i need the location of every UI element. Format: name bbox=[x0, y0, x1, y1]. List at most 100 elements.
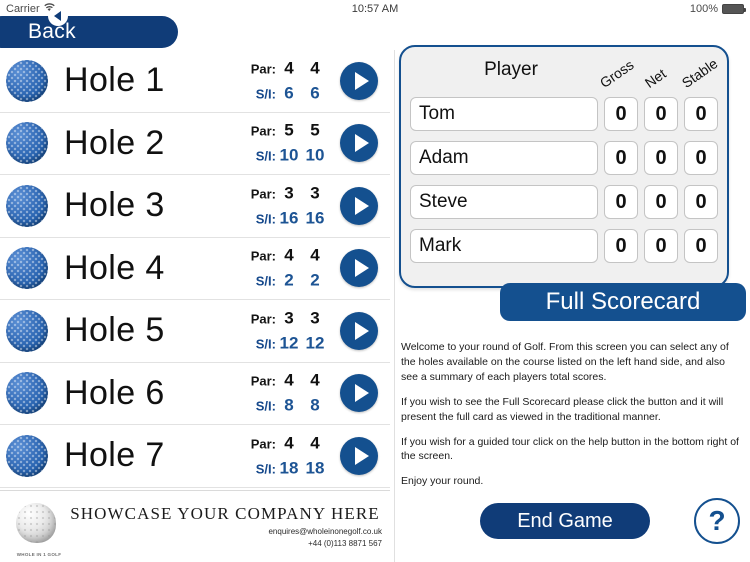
player-name-field[interactable]: Steve bbox=[410, 185, 598, 219]
par-value-1: 5 bbox=[284, 120, 294, 140]
stroke-index-value-2: 16 bbox=[305, 208, 325, 228]
stroke-index-value-2: 18 bbox=[305, 458, 325, 478]
par-line: Par: 3 3 bbox=[210, 183, 328, 203]
hole-name: Hole 1 bbox=[64, 61, 165, 100]
stroke-index-value-2: 12 bbox=[305, 333, 325, 353]
hole-row[interactable]: Hole 4 Par: 4 4 S/I: 2 2 bbox=[0, 238, 390, 300]
player-name-field[interactable]: Mark bbox=[410, 229, 598, 263]
stroke-index-value-2: 2 bbox=[310, 270, 320, 290]
full-scorecard-button[interactable]: Full Scorecard bbox=[500, 283, 746, 321]
par-key: Par: bbox=[250, 123, 276, 139]
golf-ball-icon bbox=[6, 372, 48, 415]
hole-row[interactable]: Hole 7 Par: 4 4 S/I: 18 18 bbox=[0, 425, 390, 488]
scorecard-row: Tom 0 0 0 bbox=[401, 95, 727, 133]
hole-row[interactable]: Hole 5 Par: 3 3 S/I: 12 12 bbox=[0, 300, 390, 363]
player-name-field[interactable]: Tom bbox=[410, 97, 598, 131]
par-value-2: 4 bbox=[310, 433, 320, 453]
stable-score-box: 0 bbox=[684, 97, 718, 131]
play-arrow-icon[interactable] bbox=[340, 124, 378, 163]
help-button[interactable]: ? bbox=[694, 498, 740, 544]
par-key: Par: bbox=[250, 373, 276, 389]
hole-name: Hole 5 bbox=[64, 311, 165, 350]
par-value-1: 4 bbox=[284, 433, 294, 453]
stable-score-box: 0 bbox=[684, 141, 718, 175]
status-bar-right: 100% bbox=[689, 3, 746, 15]
right-column: Player Gross Net Stable Tom 0 0 0 Adam 0 0 0 Ste… bbox=[395, 0, 750, 562]
hole-stats: Par: 3 3 S/I: 16 16 bbox=[210, 183, 328, 228]
hole-row[interactable]: Hole 1 Par: 4 4 S/I: 6 6 bbox=[0, 50, 390, 113]
play-arrow-icon[interactable] bbox=[340, 61, 378, 100]
scorecard-summary-panel: Player Gross Net Stable Tom 0 0 0 Adam 0 0 0 Ste… bbox=[399, 45, 729, 288]
play-arrow-icon[interactable] bbox=[340, 374, 378, 413]
advert-body: SHOWCASE YOUR COMPANY HERE enquires@whol… bbox=[68, 504, 390, 549]
player-column-header: Player bbox=[484, 59, 538, 80]
advert-contact: enquires@wholeinonegolf.co.uk +44 (0)113… bbox=[68, 526, 382, 549]
golf-ball-logo-icon: WHOLE IN 1 GOLF bbox=[4, 495, 68, 559]
stroke-index-key: S/I: bbox=[255, 461, 276, 477]
par-line: Par: 5 5 bbox=[210, 121, 328, 141]
full-scorecard-label: Full Scorecard bbox=[545, 288, 701, 315]
stroke-index-value-1: 12 bbox=[279, 333, 299, 353]
par-line: Par: 4 4 bbox=[210, 58, 328, 78]
stroke-index-key: S/I: bbox=[255, 148, 276, 164]
play-arrow-icon[interactable] bbox=[340, 249, 378, 288]
stable-column-header: Stable bbox=[678, 55, 721, 91]
stroke-index-value-1: 10 bbox=[279, 145, 299, 165]
instructions-paragraph-4: Enjoy your round. bbox=[401, 475, 484, 488]
back-arrow-icon[interactable] bbox=[48, 6, 68, 26]
end-game-button[interactable]: End Game bbox=[480, 503, 650, 539]
app-screen: Carrier 10:57 AM 100% Back Hole 1 Par: 4 4 S… bbox=[0, 0, 750, 562]
par-value-1: 3 bbox=[284, 183, 294, 203]
advert-email: enquires@wholeinonegolf.co.uk bbox=[268, 526, 382, 536]
stroke-index-line: S/I: 8 8 bbox=[210, 396, 328, 416]
golf-ball-icon bbox=[6, 247, 48, 290]
hole-row[interactable]: Hole 2 Par: 5 5 S/I: 10 10 bbox=[0, 113, 390, 175]
par-value-1: 3 bbox=[284, 308, 294, 328]
stroke-index-value-1: 6 bbox=[284, 83, 294, 103]
stroke-index-key: S/I: bbox=[255, 273, 276, 289]
hole-row[interactable]: Hole 6 Par: 4 4 S/I: 8 8 bbox=[0, 363, 390, 425]
stroke-index-value-2: 10 bbox=[305, 145, 325, 165]
stroke-index-value-1: 16 bbox=[279, 208, 299, 228]
stroke-index-key: S/I: bbox=[255, 211, 276, 227]
hole-name: Hole 6 bbox=[64, 373, 165, 412]
hole-row[interactable]: Hole 3 Par: 3 3 S/I: 16 16 bbox=[0, 175, 390, 238]
hole-stats: Par: 4 4 S/I: 18 18 bbox=[210, 433, 328, 478]
stroke-index-value-2: 8 bbox=[310, 395, 320, 415]
back-button[interactable]: Back bbox=[0, 16, 178, 48]
scorecard-row: Mark 0 0 0 bbox=[401, 227, 727, 265]
player-name-field[interactable]: Adam bbox=[410, 141, 598, 175]
scorecard-header: Player Gross Net Stable bbox=[401, 47, 727, 95]
stroke-index-line: S/I: 12 12 bbox=[210, 333, 328, 353]
instructions-paragraph-2: If you wish to see the Full Scorecard pl… bbox=[401, 395, 724, 423]
scorecard-rows: Tom 0 0 0 Adam 0 0 0 Steve 0 0 0 Mark 0 0 0 bbox=[401, 95, 727, 265]
gross-score-box: 0 bbox=[604, 229, 638, 263]
play-arrow-icon[interactable] bbox=[340, 311, 378, 350]
hole-name: Hole 4 bbox=[64, 248, 165, 287]
par-line: Par: 4 4 bbox=[210, 246, 328, 266]
advert-phone: +44 (0)113 8871 567 bbox=[308, 538, 382, 548]
stroke-index-value-2: 6 bbox=[310, 83, 320, 103]
hole-list[interactable]: Hole 1 Par: 4 4 S/I: 6 6 Hole 2 Par: 5 5 S/I: 10 10 Ho… bbox=[0, 50, 390, 490]
par-value-2: 3 bbox=[310, 308, 320, 328]
advert-banner[interactable]: WHOLE IN 1 GOLF SHOWCASE YOUR COMPANY HE… bbox=[0, 490, 390, 562]
hole-stats: Par: 4 4 S/I: 8 8 bbox=[210, 371, 328, 416]
play-arrow-icon[interactable] bbox=[340, 436, 378, 475]
par-line: Par: 4 4 bbox=[210, 433, 328, 453]
instructions: Welcome to your round of Golf. From this… bbox=[401, 340, 741, 489]
scorecard-row: Adam 0 0 0 bbox=[401, 139, 727, 177]
par-key: Par: bbox=[250, 436, 276, 452]
net-score-box: 0 bbox=[644, 185, 678, 219]
battery-percent-label: 100% bbox=[689, 3, 718, 15]
par-key: Par: bbox=[250, 311, 276, 327]
advert-logo-caption: WHOLE IN 1 GOLF bbox=[16, 551, 62, 557]
instructions-paragraph-3: If you wish for a guided tour click on t… bbox=[401, 435, 739, 463]
gross-score-box: 0 bbox=[604, 97, 638, 131]
par-key: Par: bbox=[250, 61, 276, 77]
par-value-2: 5 bbox=[310, 120, 320, 140]
par-line: Par: 3 3 bbox=[210, 308, 328, 328]
stroke-index-line: S/I: 10 10 bbox=[210, 146, 328, 166]
advert-headline: SHOWCASE YOUR COMPANY HERE bbox=[70, 503, 380, 523]
par-value-2: 4 bbox=[310, 58, 320, 78]
play-arrow-icon[interactable] bbox=[340, 186, 378, 225]
